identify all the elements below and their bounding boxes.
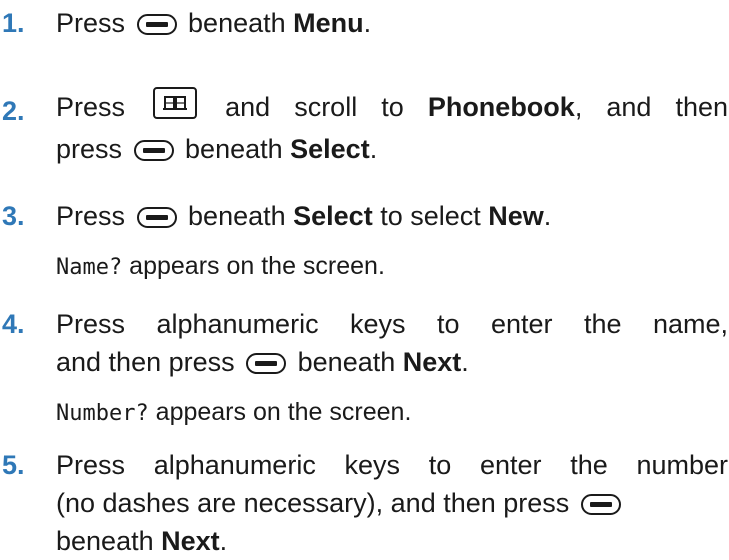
step-text-line: and then press beneath Next. — [56, 347, 469, 377]
softkey-icon — [246, 353, 287, 374]
step-number: 3. — [2, 201, 25, 231]
step-number: 4. — [2, 309, 25, 339]
step-text-line: Press alphanumeric keys to enter the num… — [56, 450, 728, 480]
step-text-line: Press alphanumeric keys to enter the nam… — [56, 309, 728, 339]
instruction-list: 1. Press beneath Menu. 2. Press and scro… — [0, 0, 729, 556]
softkey-icon — [133, 140, 174, 161]
step-number: 2. — [2, 96, 25, 126]
step-text-line: press beneath Select. — [56, 134, 378, 164]
phonebook-key-icon — [153, 87, 198, 119]
step-text: Press beneath Menu. — [56, 8, 372, 38]
step-number: 5. — [2, 450, 25, 480]
step-text-line: beneath Next. — [56, 526, 228, 556]
screen-message: Number? appears on the screen. — [56, 398, 412, 426]
step-text-line: (no dashes are necessary), and then pres… — [56, 484, 729, 522]
step-text-line: Press beneath Select to select New. — [56, 201, 552, 231]
softkey-icon — [580, 494, 621, 515]
step-text-line: Press and scroll to Phonebook, and then — [56, 84, 728, 130]
softkey-icon — [136, 14, 177, 35]
step-number: 1. — [2, 8, 25, 38]
screen-message: Name? appears on the screen. — [56, 252, 385, 280]
softkey-icon — [136, 207, 177, 228]
